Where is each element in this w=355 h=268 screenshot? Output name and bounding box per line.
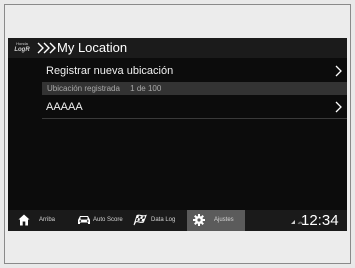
nav-item-data-log[interactable]: Data Log [128,210,186,231]
chevron-right-icon [335,65,342,77]
divider [42,118,347,119]
gear-icon [193,214,205,226]
bottom-nav-bar: Arriba Auto Score Data Log Ajustes 12:34 [8,210,347,231]
chevron-right-icon [335,101,342,113]
car-icon [78,216,90,224]
page-title: My Location [57,40,128,55]
section-count: 1 de 100 [130,84,162,93]
honda-logr-logo: Honda LogR [12,41,32,55]
nav-item-label: Auto Score [93,217,123,223]
register-location-label: Registrar nueva ubicación [46,65,174,77]
status-clock: 12:34 [301,212,339,229]
nav-item-label: Arriba [39,217,56,223]
section-label: Ubicación registrada [47,84,120,93]
nav-item-home[interactable]: Arriba [12,210,62,231]
device-screen: Honda LogR My Location Registrar nueva u… [8,38,347,231]
register-location-item[interactable]: Registrar nueva ubicación [42,60,347,82]
nav-item-auto-score[interactable]: Auto Score [71,210,128,231]
home-icon [18,214,30,226]
nav-item-label: Data Log [151,217,176,223]
nav-item-settings[interactable]: Ajustes [187,210,245,231]
checkered-flag-icon [133,214,147,226]
logo-line-2: LogR [14,47,30,53]
title-bar: Honda LogR My Location [8,38,347,58]
location-item[interactable]: AAAAA [42,96,347,118]
nav-item-label: Ajustes [214,217,234,223]
section-header: Ubicación registrada 1 de 100 [42,82,347,95]
back-chevrons-icon[interactable] [36,39,58,57]
location-item-label: AAAAA [46,101,83,113]
